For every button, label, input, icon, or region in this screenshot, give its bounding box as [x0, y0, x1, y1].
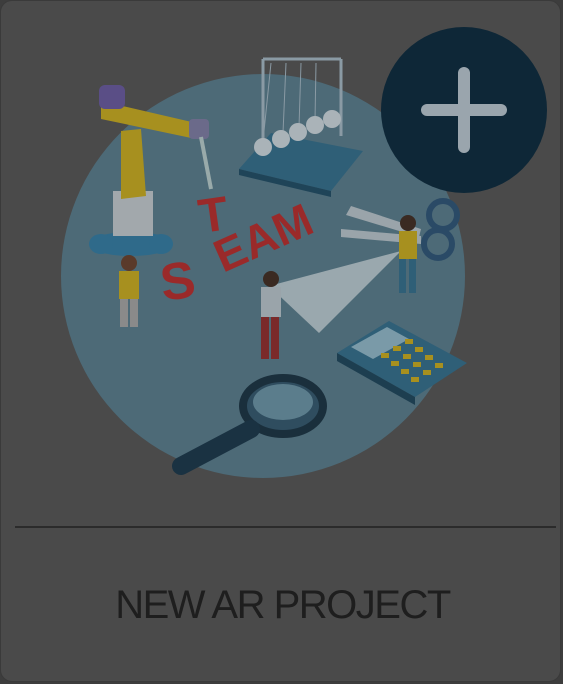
add-project-button[interactable]	[381, 27, 547, 193]
divider	[15, 526, 556, 528]
new-ar-project-card[interactable]: S T EAM NEW AR PROJECT	[0, 0, 561, 682]
plus-icon	[381, 27, 547, 193]
card-label: NEW AR PROJECT	[115, 583, 451, 627]
